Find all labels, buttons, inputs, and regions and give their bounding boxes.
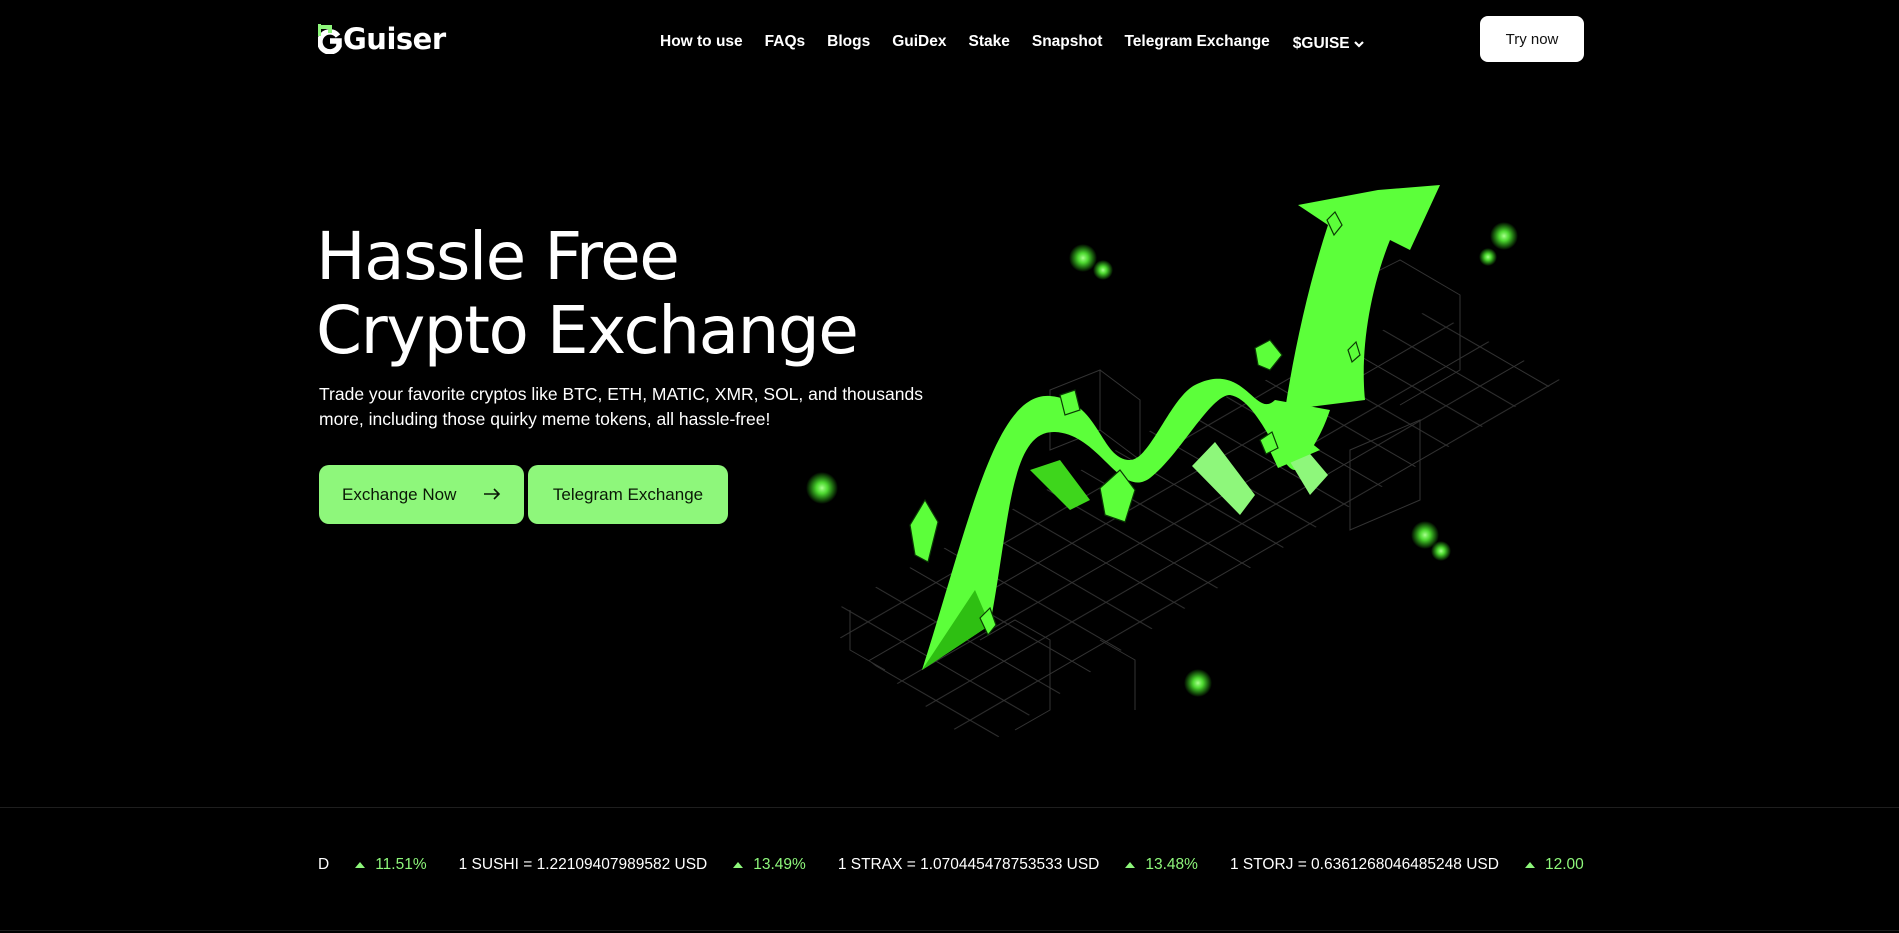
hero-title: Hassle Free Crypto Exchange [316,218,859,369]
ticker-change: 13.49% [753,856,806,873]
token-dropdown-label: $GUISE [1292,35,1350,52]
triangle-up-icon [1125,862,1136,868]
arrow-right-icon [484,488,501,500]
try-now-button[interactable]: Try now [1480,16,1584,62]
ticker-item: 1 STRAX = 1.070445478753533 USD 13.48% [838,856,1230,874]
nav-guidex[interactable]: GuiDex [892,33,946,51]
hero-title-line-1: Hassle Free [316,218,680,295]
main-menu: How to use FAQs Blogs GuiDex Stake Snaps… [660,31,1364,53]
price-ticker: D 11.51% 1 SUSHI = 1.22109407989582 USD … [318,852,1584,882]
ticker-divider-top [0,807,1899,808]
ticker-change: 12.00% [1544,856,1584,873]
brand-logo[interactable]: Guiser [318,24,446,54]
chevron-down-icon [1353,41,1364,48]
nav-how-to-use[interactable]: How to use [660,33,743,51]
triangle-up-icon [355,862,366,868]
ticker-item: 1 STORJ = 0.6361268046485248 USD 12.00% [1230,856,1584,874]
nav-blogs[interactable]: Blogs [827,33,870,51]
nav-faqs[interactable]: FAQs [765,33,805,51]
token-dropdown[interactable]: $GUISE [1293,35,1364,53]
ticker-item: D 11.51% [318,856,459,874]
ticker-pair: 1 STORJ = 0.6361268046485248 USD [1229,856,1499,873]
brand-name: Guiser [343,22,446,56]
guiser-logo-icon [318,24,342,54]
hero-illustration [806,185,1560,750]
ticker-divider-bottom [0,930,1899,931]
nav-telegram-exchange[interactable]: Telegram Exchange [1124,33,1269,51]
nav-snapshot[interactable]: Snapshot [1032,33,1103,51]
hero-title-line-2: Crypto Exchange [316,292,859,369]
ticker-pair: D [318,856,330,873]
triangle-up-icon [733,862,744,868]
ticker-change: 11.51% [375,856,427,873]
nav-stake[interactable]: Stake [968,33,1009,51]
telegram-exchange-button[interactable]: Telegram Exchange [528,465,728,524]
ticker-change: 13.48% [1145,856,1198,873]
ticker-track: D 11.51% 1 SUSHI = 1.22109407989582 USD … [318,856,1584,874]
ticker-pair: 1 SUSHI = 1.22109407989582 USD [458,856,708,873]
ticker-pair: 1 STRAX = 1.070445478753533 USD [837,856,1100,873]
exchange-now-label: Exchange Now [342,484,457,504]
triangle-up-icon [1524,862,1535,868]
navbar: Guiser How to use FAQs Blogs GuiDex Stak… [0,0,1899,80]
exchange-now-button[interactable]: Exchange Now [319,465,524,524]
ticker-item: 1 SUSHI = 1.22109407989582 USD 13.49% [459,856,838,874]
